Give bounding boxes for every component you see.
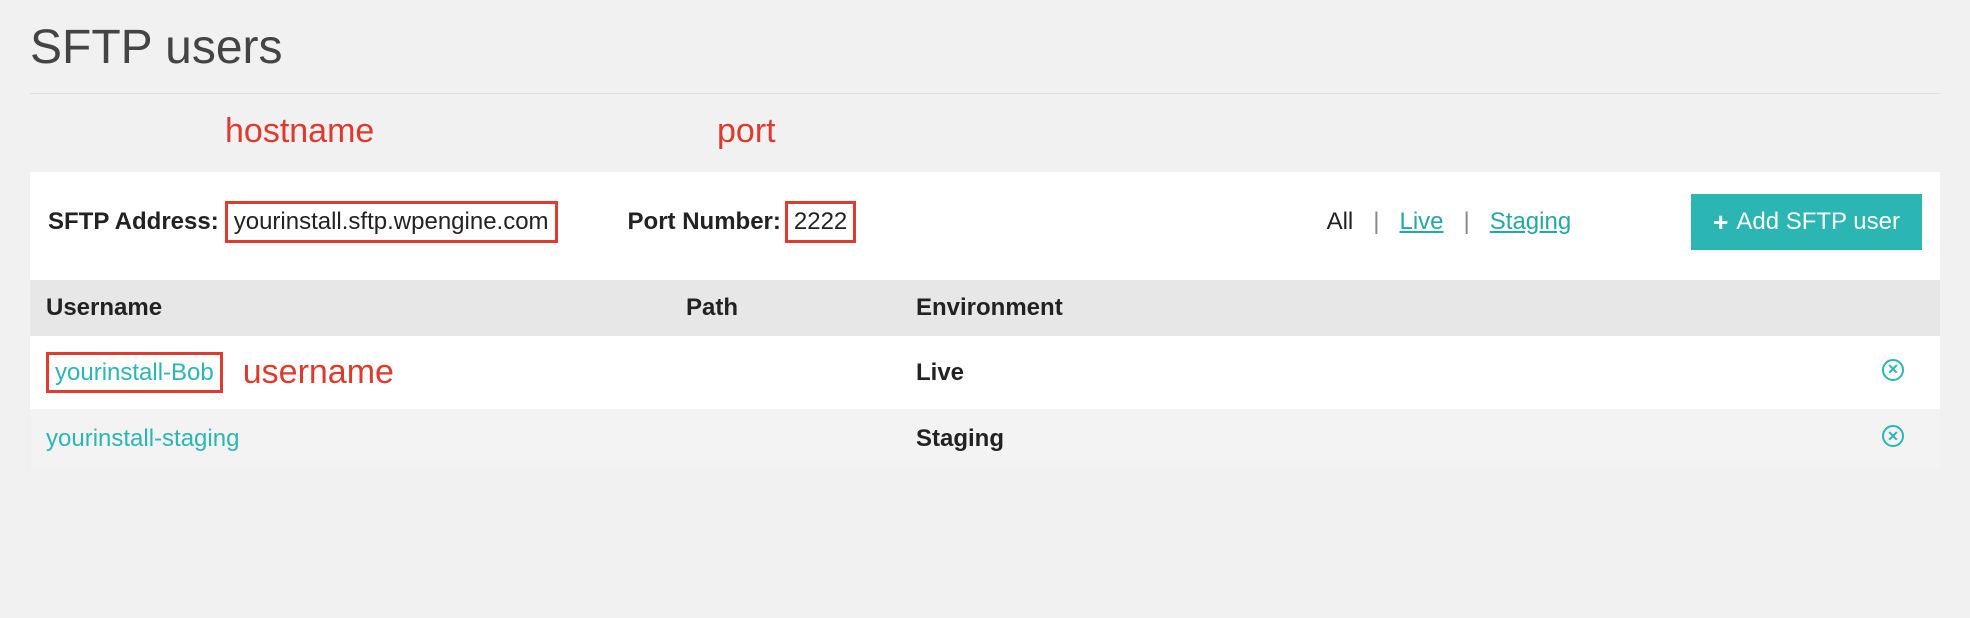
table-header-row: Username Path Environment bbox=[30, 280, 1940, 336]
filter-staging[interactable]: Staging bbox=[1490, 208, 1571, 236]
add-sftp-user-button[interactable]: + Add SFTP user bbox=[1691, 194, 1922, 250]
header-username: Username bbox=[30, 280, 670, 336]
path-cell bbox=[670, 409, 900, 469]
sftp-panel: SFTP Address: yourinstall.sftp.wpengine.… bbox=[30, 172, 1940, 469]
port-number-label: Port Number: bbox=[628, 208, 781, 236]
username-link[interactable]: yourinstall-staging bbox=[46, 425, 239, 452]
port-annotation: port bbox=[717, 112, 776, 151]
add-sftp-user-label: Add SFTP user bbox=[1736, 208, 1900, 236]
sftp-address-value: yourinstall.sftp.wpengine.com bbox=[234, 208, 549, 235]
filter-separator: | bbox=[1373, 208, 1379, 236]
connection-info-row: SFTP Address: yourinstall.sftp.wpengine.… bbox=[30, 172, 1940, 280]
environment-cell: Live bbox=[916, 359, 964, 386]
header-path: Path bbox=[670, 280, 900, 336]
delete-user-icon[interactable]: ✕ bbox=[1882, 425, 1904, 447]
delete-user-icon[interactable]: ✕ bbox=[1882, 359, 1904, 381]
filter-live[interactable]: Live bbox=[1400, 208, 1444, 236]
sftp-address-value-box: yourinstall.sftp.wpengine.com bbox=[225, 201, 558, 242]
environment-filter: All | Live | Staging bbox=[1327, 208, 1572, 236]
username-annotation: username bbox=[243, 353, 394, 392]
environment-cell: Staging bbox=[916, 425, 1004, 452]
plus-icon: + bbox=[1713, 209, 1728, 235]
header-environment: Environment bbox=[900, 280, 1940, 336]
filter-separator: | bbox=[1464, 208, 1470, 236]
port-number-value: 2222 bbox=[794, 208, 847, 235]
table-row: yourinstall-Bob username Live ✕ bbox=[30, 336, 1940, 409]
hostname-annotation: hostname bbox=[225, 112, 374, 151]
page-title: SFTP users bbox=[30, 20, 1940, 94]
sftp-users-table: Username Path Environment yourinstall-Bo… bbox=[30, 280, 1940, 469]
username-value-box: yourinstall-Bob bbox=[46, 352, 223, 393]
table-row: yourinstall-staging Staging ✕ bbox=[30, 409, 1940, 469]
filter-all[interactable]: All bbox=[1327, 208, 1354, 236]
sftp-address-label: SFTP Address: bbox=[48, 208, 219, 236]
username-link[interactable]: yourinstall-Bob bbox=[55, 359, 214, 386]
port-number-value-box: 2222 bbox=[785, 201, 856, 242]
annotation-row: hostname port bbox=[30, 112, 1940, 172]
path-cell bbox=[670, 336, 900, 409]
